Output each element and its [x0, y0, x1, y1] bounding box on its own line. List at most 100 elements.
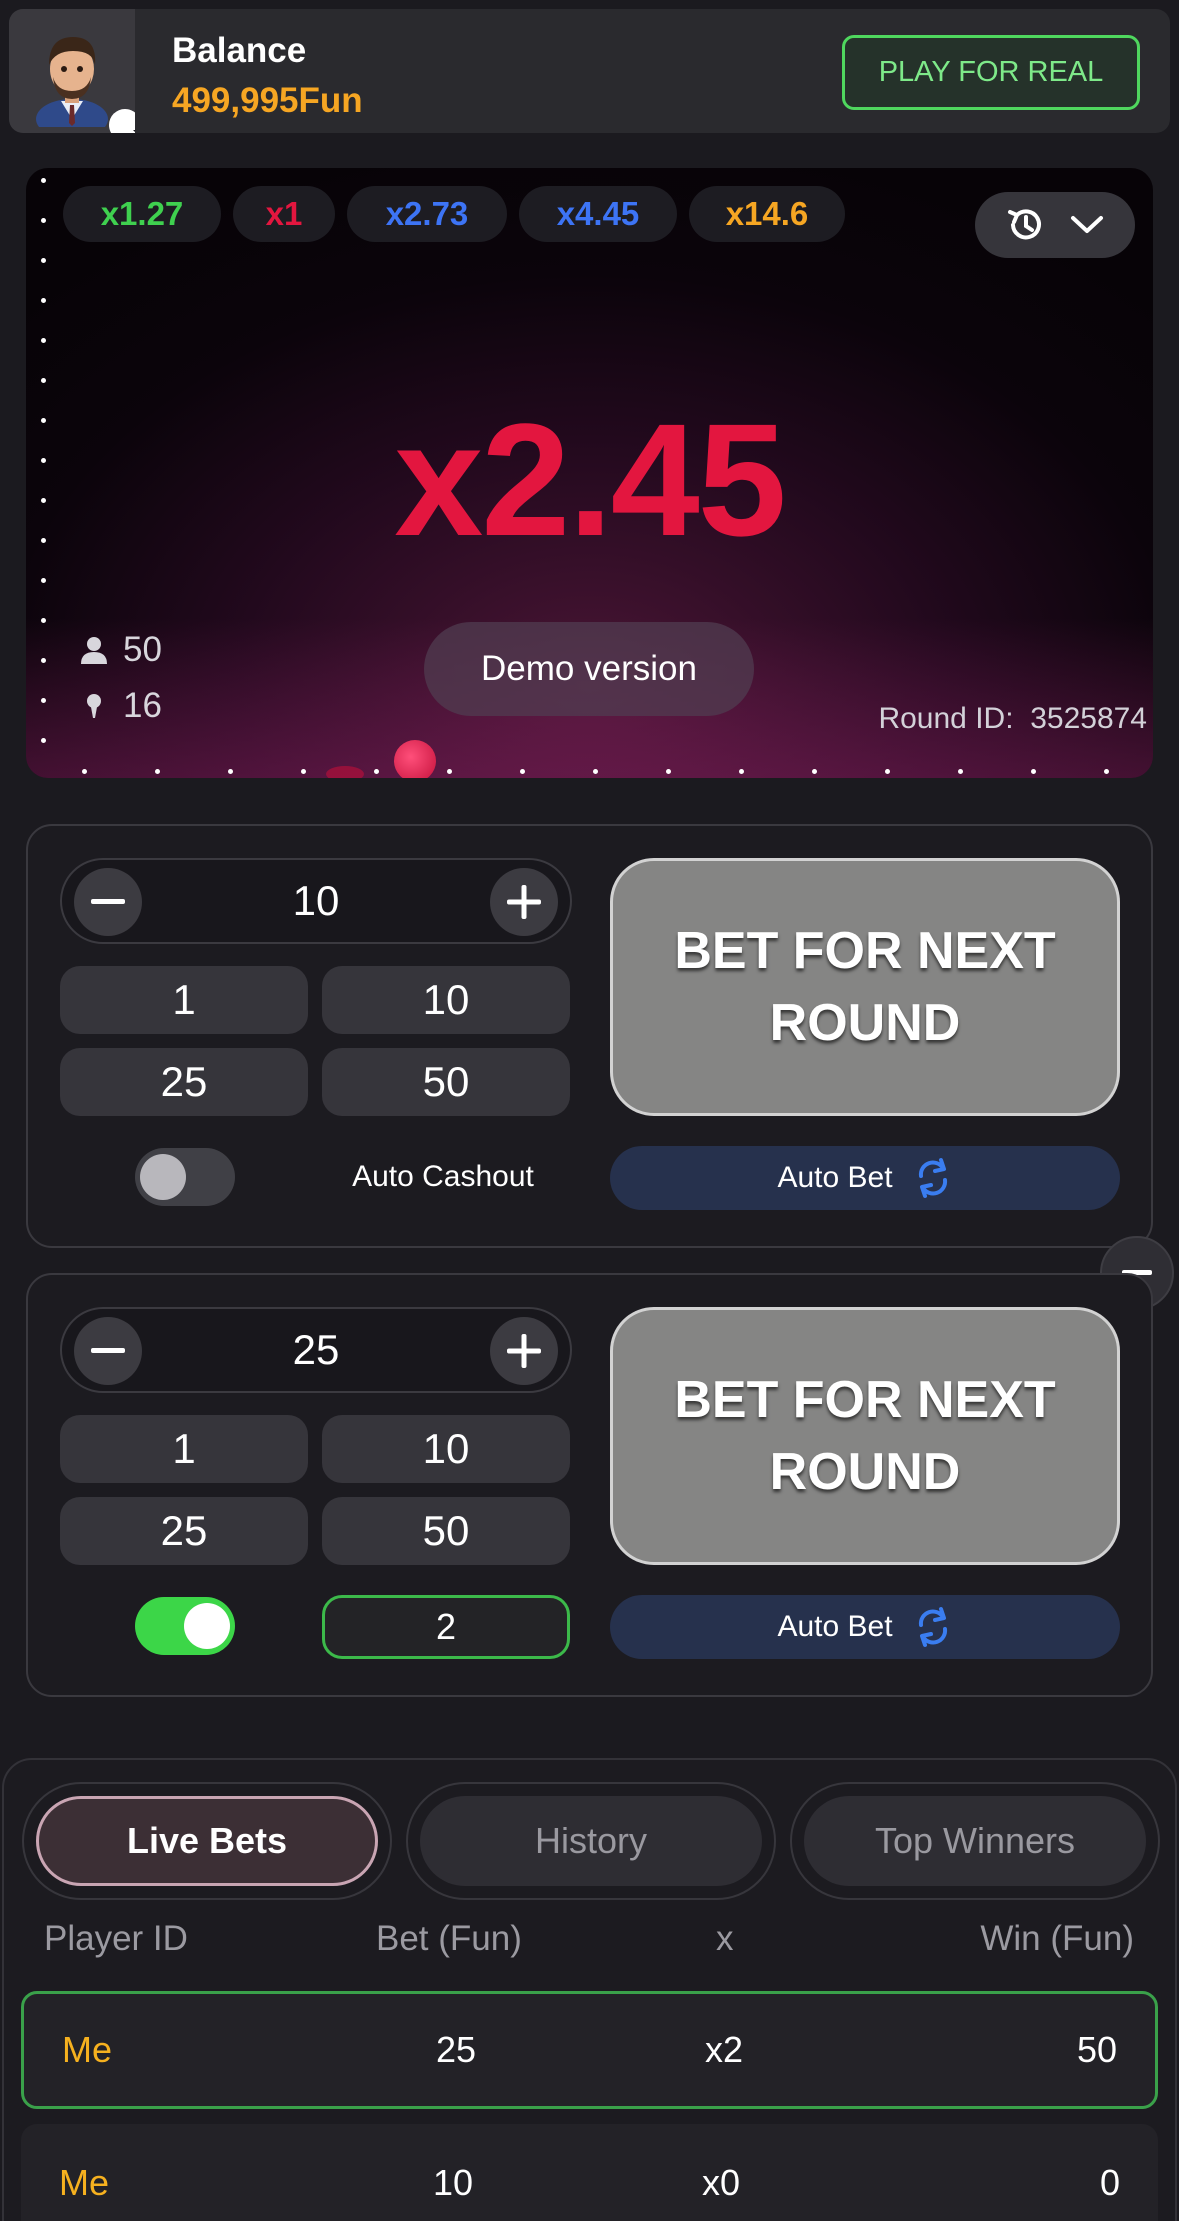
axis-dot	[41, 218, 46, 223]
bet-amount-value[interactable]: 10	[152, 860, 480, 942]
auto-cashout-label: Auto Cashout	[352, 1160, 534, 1193]
quick-amount-button[interactable]: 25	[60, 1497, 308, 1565]
chevron-down-icon	[1071, 216, 1103, 233]
axis-dot	[41, 338, 46, 343]
axis-dot	[41, 578, 46, 583]
bets-count-value: 16	[123, 686, 162, 725]
quick-amount-button[interactable]: 10	[322, 966, 570, 1034]
quick-amount-button[interactable]: 25	[60, 1048, 308, 1116]
quick-amount-button[interactable]: 50	[322, 1048, 570, 1116]
multiplier: x2	[705, 2029, 744, 2070]
players-count-value: 50	[123, 630, 162, 669]
history-icon	[1008, 209, 1041, 240]
quick-amount-button[interactable]: 1	[60, 1415, 308, 1483]
user-icon	[81, 637, 107, 664]
avatar[interactable]	[9, 9, 135, 133]
axis-dot	[82, 769, 87, 774]
axis-dot	[739, 769, 744, 774]
round-id-value: 3525874	[1030, 702, 1147, 735]
players-count: 50	[81, 630, 162, 670]
top-header: Balance 499,995Fun PLAY FOR REAL	[9, 9, 1170, 133]
plus-icon	[507, 885, 541, 919]
axis-dot	[520, 769, 525, 774]
plus-icon	[507, 1334, 541, 1368]
column-header-x: x	[716, 1919, 734, 1958]
round-id: Round ID: 3525874	[878, 702, 1147, 736]
chevron-down-icon[interactable]	[109, 109, 135, 133]
axis-dot	[41, 698, 46, 703]
axis-dot	[812, 769, 817, 774]
planet-decoration	[394, 740, 436, 778]
axis-dot	[155, 769, 160, 774]
axis-dot	[41, 258, 46, 263]
x-axis-dots	[42, 769, 1153, 774]
balance-label: Balance	[172, 31, 307, 70]
refresh-icon	[918, 1607, 947, 1647]
multiplier-chip: x4.45	[519, 186, 677, 242]
game-canvas: x1.27 x1 x2.73 x4.45 x14.6 x2.45 Demo ve…	[26, 168, 1153, 778]
avatar-image	[36, 37, 108, 127]
axis-dot	[41, 178, 46, 183]
axis-dot	[41, 658, 46, 663]
recent-multipliers: x1.27 x1 x2.73 x4.45 x14.6	[63, 186, 845, 242]
round-history-toggle[interactable]	[975, 192, 1135, 258]
auto-bet-label: Auto Bet	[777, 1610, 893, 1643]
bet-amount-value[interactable]: 25	[152, 1309, 480, 1391]
decrease-bet-button[interactable]	[74, 868, 142, 936]
minus-icon	[91, 899, 125, 904]
axis-dot	[374, 769, 379, 774]
tab-label: Live Bets	[36, 1796, 378, 1886]
increase-bet-button[interactable]	[490, 868, 558, 936]
tab-top-winners[interactable]: Top Winners	[790, 1782, 1160, 1900]
bet-amount: 25	[436, 2029, 477, 2070]
axis-dot	[228, 769, 233, 774]
pin-icon	[87, 694, 101, 718]
multiplier-chip: x2.73	[347, 186, 507, 242]
column-header-bet: Bet (Fun)	[376, 1919, 522, 1958]
bet-amount: 10	[433, 2162, 474, 2203]
tab-live-bets[interactable]: Live Bets	[22, 1782, 392, 1900]
auto-cashout-toggle[interactable]	[135, 1597, 235, 1655]
axis-dot	[447, 769, 452, 774]
axis-dot	[1104, 769, 1109, 774]
axis-dot	[41, 298, 46, 303]
minus-icon	[91, 1348, 125, 1353]
increase-bet-button[interactable]	[490, 1317, 558, 1385]
toggle-knob	[184, 1603, 230, 1649]
demo-version-badge: Demo version	[424, 622, 754, 716]
column-header-win: Win (Fun)	[980, 1919, 1134, 1958]
quick-amount-button[interactable]: 1	[60, 966, 308, 1034]
planet-decoration	[326, 766, 364, 778]
decrease-bet-button[interactable]	[74, 1317, 142, 1385]
axis-dot	[41, 618, 46, 623]
auto-bet-button[interactable]: Auto Bet	[610, 1595, 1120, 1659]
multiplier: x0	[702, 2162, 741, 2203]
axis-dot	[41, 378, 46, 383]
play-for-real-button[interactable]: PLAY FOR REAL	[842, 35, 1140, 110]
table-row: Me 10 x0 0	[21, 2124, 1158, 2221]
axis-dot	[958, 769, 963, 774]
tab-label: History	[420, 1796, 762, 1886]
player-id: Me	[62, 2029, 113, 2070]
quick-amount-button[interactable]: 10	[322, 1415, 570, 1483]
bets-count: 16	[81, 686, 162, 726]
axis-dot	[885, 769, 890, 774]
auto-bet-label: Auto Bet	[777, 1161, 893, 1194]
multiplier-chip: x14.6	[689, 186, 845, 242]
auto-cashout-input[interactable]: 2	[322, 1595, 570, 1659]
tab-history[interactable]: History	[406, 1782, 776, 1900]
axis-dot	[1031, 769, 1036, 774]
auto-bet-button[interactable]: Auto Bet	[610, 1146, 1120, 1210]
win-amount: 0	[1099, 2162, 1120, 2203]
table-row: Me 25 x2 50	[21, 1991, 1158, 2109]
refresh-icon	[918, 1158, 947, 1198]
player-id: Me	[59, 2162, 110, 2203]
multiplier-chip: x1	[233, 186, 335, 242]
current-multiplier: x2.45	[394, 390, 786, 569]
auto-cashout-toggle[interactable]	[135, 1148, 235, 1206]
axis-dot	[666, 769, 671, 774]
bet-button[interactable]: BET FOR NEXT ROUND	[610, 858, 1120, 1116]
bet-button[interactable]: BET FOR NEXT ROUND	[610, 1307, 1120, 1565]
toggle-knob	[140, 1154, 186, 1200]
quick-amount-button[interactable]: 50	[322, 1497, 570, 1565]
